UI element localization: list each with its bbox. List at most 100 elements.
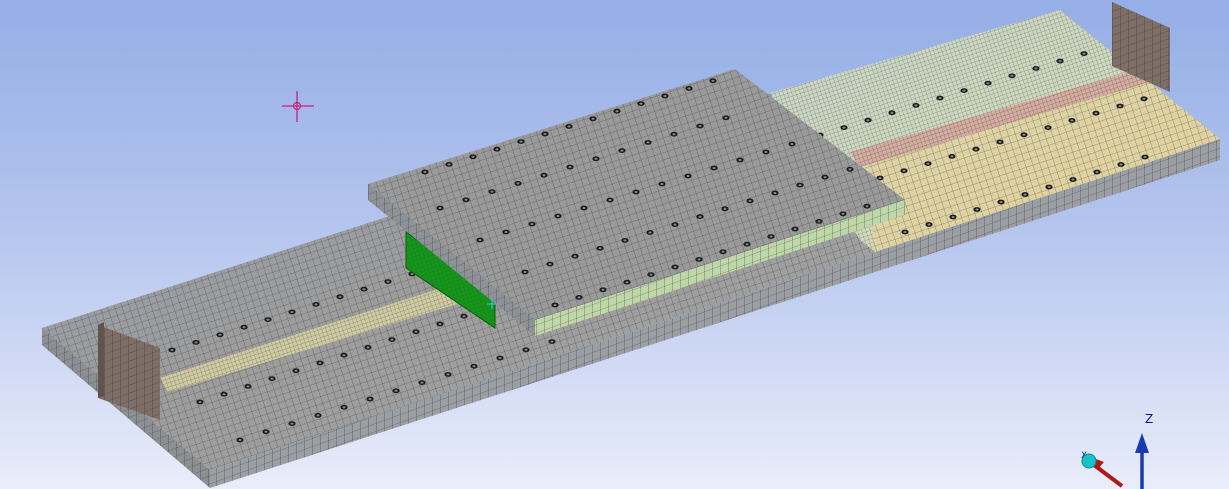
bolt-hole-center [878, 177, 882, 179]
bolt-hole-center [246, 385, 250, 388]
bolt-hole-center [663, 95, 667, 97]
bolt-hole-center [390, 338, 394, 341]
graphics-viewport[interactable]: Z X [0, 0, 1229, 489]
bolt-hole-center [1070, 119, 1074, 122]
bolt-hole-center [553, 304, 557, 306]
bolt-hole-center [998, 141, 1002, 143]
bolt-hole-center [687, 87, 691, 90]
bolt-hole-center [290, 422, 294, 425]
bolt-hole-center [1010, 74, 1014, 77]
bolt-hole-center [294, 369, 298, 372]
bolt-hole-center [462, 315, 466, 318]
bolt-hole-center [1142, 97, 1146, 100]
bolt-hole-center [672, 133, 676, 136]
bolt-hole-center [903, 231, 907, 233]
bolt-hole-center [620, 149, 624, 152]
bolt-hole-center [316, 414, 320, 417]
bolt-hole-center [950, 155, 954, 158]
bolt-hole-center [238, 439, 242, 441]
bolt-hole-center [573, 255, 577, 258]
bolt-hole-center [446, 373, 450, 376]
bolt-hole-center [711, 79, 715, 82]
bolt-hole-center [362, 288, 366, 291]
bolt-hole-center [504, 231, 508, 233]
bolt-hole-center [438, 323, 442, 325]
bolt-hole-center [866, 119, 870, 122]
bolt-hole-center [673, 266, 677, 268]
triad-origin-icon [1081, 453, 1097, 469]
crosshair-target-icon [282, 91, 314, 122]
bolt-hole-center [543, 133, 547, 135]
bolt-hole-center [890, 111, 894, 114]
bolt-hole-center [423, 171, 427, 173]
bolt-hole-center [218, 333, 222, 336]
bolt-hole-center [648, 231, 652, 234]
bolt-hole-center [170, 349, 174, 351]
bolt-hole-center [738, 159, 742, 161]
bolt-hole-center [745, 243, 749, 246]
bolt-hole-center [366, 346, 370, 349]
mesh-scene[interactable]: Z X [0, 0, 1229, 489]
bolt-hole-center [194, 341, 198, 344]
bolt-hole-center [490, 190, 494, 193]
bolt-hole-center [472, 365, 476, 368]
bolt-hole-center [530, 223, 534, 225]
bolt-hole-center [342, 354, 346, 357]
bolt-hole-center [266, 318, 270, 321]
axis-triad[interactable]: Z X [1081, 412, 1153, 489]
bolt-hole-center [608, 199, 612, 201]
bolt-hole-center [926, 162, 930, 165]
bolt-hole-center [1118, 105, 1122, 107]
bolt-hole-center [198, 401, 202, 403]
bolt-hole-center [447, 163, 451, 166]
bolt-hole-center [568, 166, 572, 168]
bolt-hole-center [550, 340, 554, 343]
bolt-hole-center [342, 406, 346, 409]
bolt-hole-center [986, 82, 990, 85]
bolt-hole-center [649, 273, 653, 276]
bolt-hole-center [723, 207, 727, 210]
bolt-hole-center [591, 117, 595, 120]
bolt-hole-center [567, 125, 571, 128]
bolt-hole-center [386, 280, 390, 283]
bolt-hole-center [823, 176, 827, 179]
bolt-hole-center [1071, 178, 1075, 181]
bolt-hole-center [639, 102, 643, 105]
bolt-hole-center [582, 207, 586, 209]
bolt-hole-center [270, 377, 274, 380]
bolt-hole-center [686, 175, 690, 177]
bolt-hole-center [524, 348, 528, 351]
bolt-hole-center [601, 288, 605, 291]
bolt-hole-center [625, 281, 629, 284]
z-axis-arrow-icon [1135, 433, 1149, 489]
bolt-hole-center [615, 110, 619, 113]
left-end-support-edge [98, 322, 104, 398]
bolt-hole-center [1095, 171, 1099, 173]
bolt-hole-center [1047, 186, 1051, 188]
bolt-hole-center [721, 250, 725, 253]
bolt-hole-center [420, 381, 424, 384]
bolt-hole-center [478, 239, 482, 241]
bolt-hole-center [698, 125, 702, 127]
bolt-hole-center [471, 155, 475, 158]
bolt-hole-center [927, 223, 931, 226]
bolt-hole-center [414, 330, 418, 333]
bolt-hole-center [577, 296, 581, 299]
bolt-hole-center [817, 220, 821, 223]
bolt-hole-center [1046, 126, 1050, 129]
bolt-hole-center [951, 216, 955, 218]
bolt-hole-center [790, 143, 794, 145]
bolt-hole-center [697, 258, 701, 261]
bolt-hole-center [498, 357, 502, 359]
bolt-hole-center [938, 97, 942, 99]
bolt-hole-center [865, 205, 869, 208]
bolt-hole-center [764, 151, 768, 153]
bolt-hole-center [773, 192, 777, 194]
bolt-hole-center [394, 389, 398, 392]
bolt-hole-center [556, 215, 560, 217]
bolt-hole-center [338, 295, 342, 298]
bolt-hole-center [548, 263, 552, 266]
bolt-hole-center [523, 271, 527, 273]
bolt-hole-center [673, 223, 677, 226]
bolt-hole-center [290, 311, 294, 313]
